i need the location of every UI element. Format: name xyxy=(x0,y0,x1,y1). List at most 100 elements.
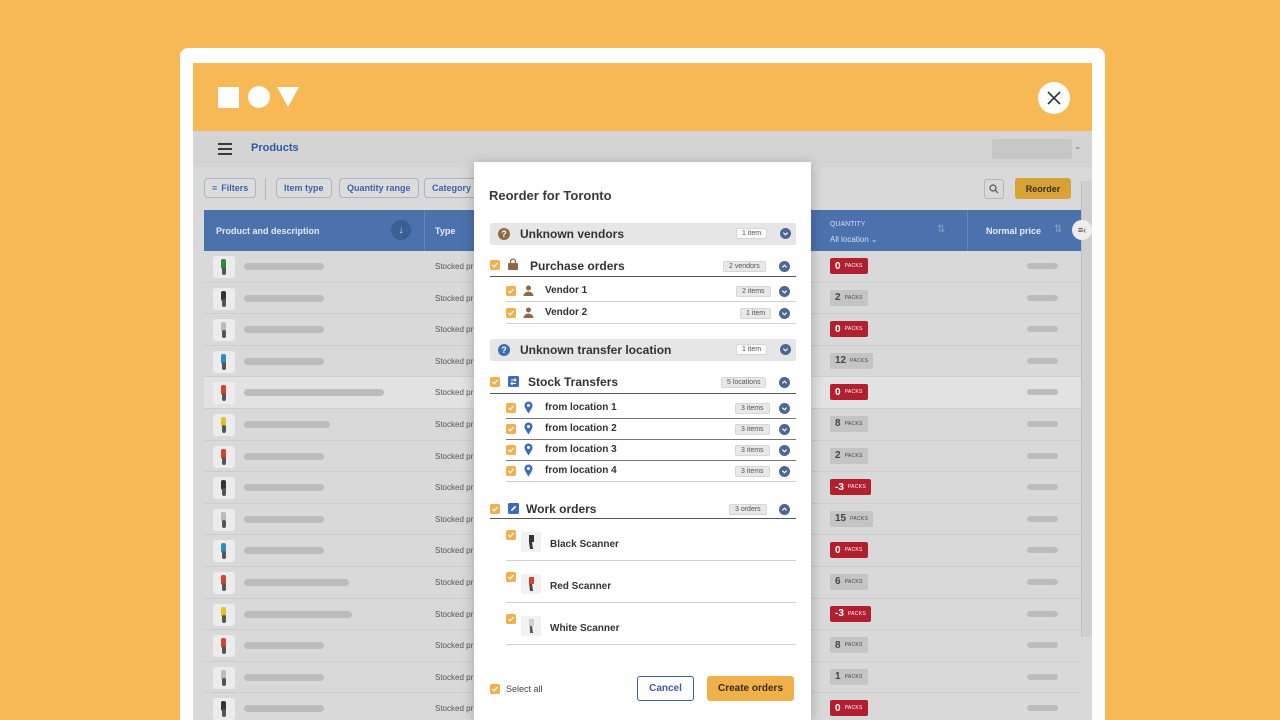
item-type: Stocked pr xyxy=(435,546,474,556)
category-chip[interactable]: Category xyxy=(424,178,480,198)
product-row-black-scanner[interactable]: Black Scanner xyxy=(474,527,811,561)
location-1-row[interactable]: from location 1 3 items xyxy=(474,398,811,418)
vendor-1-checkbox[interactable] xyxy=(506,286,516,296)
row-divider xyxy=(506,644,796,645)
location-2-row[interactable]: from location 2 3 items xyxy=(474,419,811,439)
work-orders-row[interactable]: Work orders 3 orders xyxy=(474,498,811,520)
scanner-thumbnail xyxy=(213,256,235,278)
column-product[interactable]: Product and description xyxy=(216,210,320,251)
chevron-down-icon[interactable] xyxy=(779,286,790,297)
item-count-badge: 1 item xyxy=(736,228,768,239)
column-type[interactable]: Type xyxy=(435,210,455,251)
description-placeholder xyxy=(244,705,324,713)
sort-icon[interactable]: ⇅ xyxy=(937,224,945,235)
chevron-down-icon[interactable] xyxy=(780,344,791,355)
vendor-2-row[interactable]: Vendor 2 1 item xyxy=(474,303,811,323)
description-placeholder xyxy=(244,642,324,650)
location-2-checkbox[interactable] xyxy=(506,424,516,434)
black-scanner-checkbox[interactable] xyxy=(506,530,516,540)
filters-button[interactable]: ≡ Filters xyxy=(204,178,257,198)
chevron-up-icon[interactable] xyxy=(779,261,790,272)
location-3-row[interactable]: from location 3 3 items xyxy=(474,440,811,460)
chevron-up-icon[interactable] xyxy=(779,377,790,388)
scanner-thumbnail xyxy=(213,382,235,405)
product-row-red-scanner[interactable]: Red Scanner xyxy=(474,569,811,603)
order-count-badge: 3 orders xyxy=(729,504,767,515)
quantity-range-chip[interactable]: Quantity range xyxy=(339,178,419,198)
chevron-up-icon[interactable] xyxy=(779,504,790,515)
item-type-chip[interactable]: Item type xyxy=(276,178,332,198)
dialog-content[interactable]: ? Unknown vendors 1 item Purchase orders… xyxy=(474,217,811,661)
vendor-2-checkbox[interactable] xyxy=(506,308,516,318)
price-placeholder xyxy=(1027,294,1058,301)
scanner-thumbnail xyxy=(213,287,235,310)
purchase-orders-checkbox[interactable] xyxy=(490,260,500,270)
location-select[interactable] xyxy=(992,139,1072,159)
unknown-vendors-header[interactable]: ? Unknown vendors 1 item xyxy=(490,223,796,245)
location-3-checkbox[interactable] xyxy=(506,445,516,455)
item-type: Stocked pr xyxy=(435,483,474,493)
chevron-down-icon[interactable] xyxy=(779,424,790,435)
quantity-unit: PACKS xyxy=(850,515,869,522)
item-count-badge: 3 items xyxy=(735,445,770,456)
create-orders-button[interactable]: Create orders xyxy=(707,676,794,701)
chevron-down-icon[interactable] xyxy=(779,308,790,319)
column-price[interactable]: Normal price xyxy=(986,210,1041,251)
description-placeholder xyxy=(244,515,324,523)
scanner-thumbnail xyxy=(213,635,235,658)
red-scanner-checkbox[interactable] xyxy=(506,572,516,582)
column-divider xyxy=(967,210,968,251)
quantity-unit: PACKS xyxy=(847,484,866,491)
description-placeholder xyxy=(244,263,324,270)
sort-icon[interactable]: ⇅ xyxy=(1054,224,1062,235)
price-placeholder xyxy=(1027,263,1058,269)
row-divider xyxy=(506,301,796,302)
item-type: Stocked pr xyxy=(435,293,474,303)
purchase-orders-row[interactable]: Purchase orders 2 vendors xyxy=(474,255,811,277)
location-4-checkbox[interactable] xyxy=(506,466,516,476)
quantity-badge: 0 PACKS xyxy=(830,542,868,559)
collapse-panel-icon[interactable]: ≡‹ xyxy=(1072,220,1092,240)
quantity-badge: -3 PACKS xyxy=(830,605,871,622)
scanner-thumbnail xyxy=(213,445,235,468)
item-count-badge: 3 items xyxy=(735,403,770,414)
chevron-down-icon[interactable] xyxy=(779,466,790,477)
price-placeholder xyxy=(1027,357,1058,364)
location-1-checkbox[interactable] xyxy=(506,403,516,413)
scanner-thumbnail xyxy=(213,508,235,531)
quantity-value: 0 xyxy=(835,702,841,714)
work-orders-checkbox[interactable] xyxy=(490,504,500,514)
scanner-thumbnail xyxy=(521,616,541,636)
logo-circle-icon xyxy=(248,86,270,108)
column-quantity[interactable]: QUANTITY All location ⌄ xyxy=(830,221,878,247)
chevron-down-icon[interactable] xyxy=(780,228,791,239)
close-button[interactable] xyxy=(1038,82,1070,114)
sort-down-icon[interactable]: ↓ xyxy=(391,220,411,240)
white-scanner-checkbox[interactable] xyxy=(506,614,516,624)
stock-transfers-row[interactable]: Stock Transfers 5 locations xyxy=(474,371,811,393)
item-count-badge: 3 items xyxy=(735,424,770,435)
location-pin-icon xyxy=(524,401,533,414)
stock-transfers-checkbox[interactable] xyxy=(490,377,500,387)
reorder-dialog: Reorder for Toronto ? Unknown vendors 1 … xyxy=(474,162,811,720)
location-4-row[interactable]: from location 4 3 items xyxy=(474,461,811,481)
unknown-transfer-header[interactable]: ? Unknown transfer location 1 item xyxy=(490,339,796,361)
filter-icon: ≡ xyxy=(212,183,218,193)
search-button[interactable] xyxy=(984,179,1004,199)
vendor-1-row[interactable]: Vendor 1 2 items xyxy=(474,281,811,301)
location-pin-icon xyxy=(524,464,533,477)
product-row-white-scanner[interactable]: White Scanner xyxy=(474,611,811,645)
item-type: Stocked pr xyxy=(435,514,474,524)
scanner-thumbnail xyxy=(213,571,235,594)
menu-icon[interactable] xyxy=(218,143,232,155)
select-all-label[interactable]: Select all xyxy=(506,684,543,694)
select-all-checkbox[interactable] xyxy=(490,684,500,694)
question-icon: ? xyxy=(498,228,510,240)
cancel-button[interactable]: Cancel xyxy=(637,676,694,701)
reorder-button[interactable]: Reorder xyxy=(1015,178,1071,199)
description-placeholder xyxy=(244,484,324,492)
quantity-unit: PACKS xyxy=(844,420,863,427)
column-divider xyxy=(424,210,425,251)
chevron-down-icon[interactable] xyxy=(779,445,790,456)
chevron-down-icon[interactable] xyxy=(779,403,790,414)
